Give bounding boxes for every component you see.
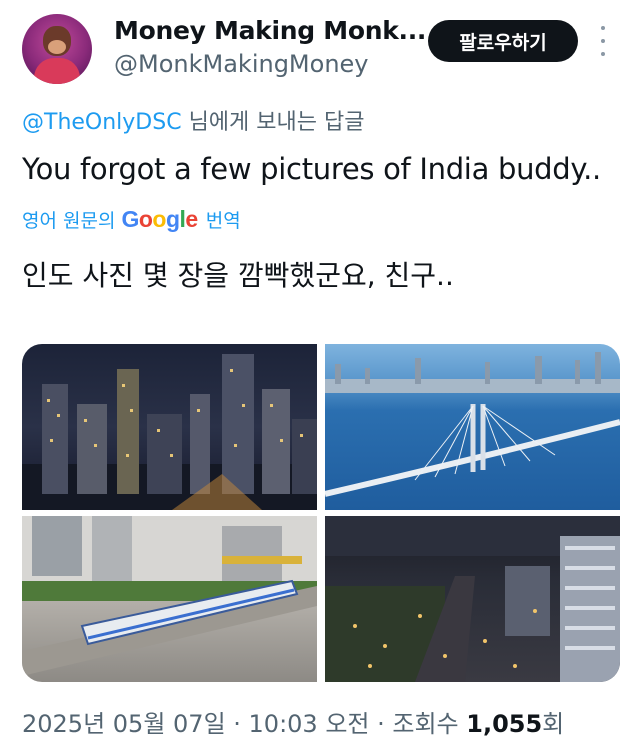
google-letter: g — [165, 206, 180, 232]
more-dot — [601, 39, 605, 43]
view-suffix: 회 — [542, 710, 565, 738]
photo-city-night-aerial-art — [325, 516, 620, 682]
photo-metro-train-art — [22, 516, 317, 676]
photo-sea-link-bridge[interactable] — [325, 344, 620, 510]
photo-city-night-skyline[interactable] — [22, 344, 317, 510]
user-handle[interactable]: @MonkMakingMoney — [114, 50, 369, 78]
google-logo: Google — [121, 206, 198, 233]
media-grid — [22, 344, 620, 682]
more-options-icon[interactable] — [598, 26, 608, 56]
follow-button[interactable]: 팔로우하기 — [428, 20, 578, 62]
reply-context: @TheOnlyDSC 님에게 보내는 답글 — [22, 104, 364, 136]
google-letter: o — [152, 206, 166, 232]
avatar[interactable] — [22, 14, 92, 84]
google-letter: e — [185, 206, 198, 232]
photo-sea-link-bridge-art — [325, 352, 620, 497]
tweet-text: You forgot a few pictures of India buddy… — [22, 152, 601, 186]
photo-city-night-aerial[interactable] — [325, 516, 620, 682]
reply-suffix: 님에게 보내는 답글 — [181, 110, 365, 135]
tweet-datetime[interactable]: 2025년 05월 07일 · 10:03 오전 · 조회수 — [22, 710, 466, 738]
tweet-meta: 2025년 05월 07일 · 10:03 오전 · 조회수 1,055회 — [22, 704, 564, 739]
avatar-shirt — [34, 58, 80, 84]
translation-prefix: 영어 원문의 — [22, 210, 116, 232]
google-letter: o — [138, 206, 153, 232]
photo-city-night-skyline-art — [22, 354, 317, 510]
display-name[interactable]: Money Making Monk... — [114, 16, 426, 45]
more-dot — [601, 52, 605, 56]
translation-attribution[interactable]: 영어 원문의 Google 번역 — [22, 206, 241, 233]
more-dot — [601, 26, 605, 30]
photo-metro-train[interactable] — [22, 516, 317, 682]
view-count: 1,055 — [466, 710, 543, 738]
avatar-muzzle — [48, 40, 66, 54]
translated-text: 인도 사진 몇 장을 깜빡했군요, 친구.. — [22, 259, 454, 292]
google-letter: G — [121, 206, 139, 232]
reply-mention-link[interactable]: @TheOnlyDSC — [22, 110, 182, 135]
translation-suffix: 번역 — [205, 210, 241, 232]
